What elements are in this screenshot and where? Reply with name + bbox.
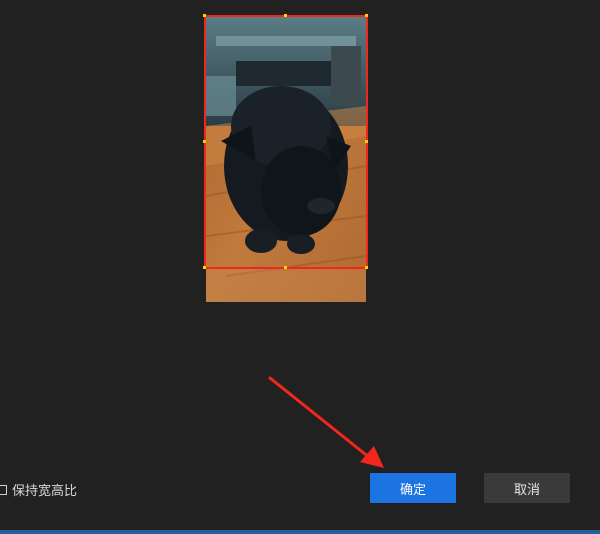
crop-handle-middle-left[interactable] bbox=[203, 140, 206, 143]
keep-aspect-ratio-checkbox[interactable] bbox=[0, 484, 7, 495]
confirm-button[interactable]: 确定 bbox=[370, 473, 456, 503]
crop-handle-bottom-left[interactable] bbox=[203, 266, 206, 269]
keep-aspect-ratio-option[interactable]: 保持宽高比 bbox=[0, 480, 77, 499]
crop-handle-top-right[interactable] bbox=[365, 14, 368, 17]
crop-handle-middle-right[interactable] bbox=[365, 140, 368, 143]
keep-aspect-ratio-label: 保持宽高比 bbox=[12, 484, 78, 499]
crop-selection-frame[interactable] bbox=[204, 15, 368, 269]
crop-handle-top-left[interactable] bbox=[203, 14, 206, 17]
window-bottom-border bbox=[0, 530, 600, 534]
annotation-arrow-icon bbox=[268, 376, 384, 468]
crop-handle-top-center[interactable] bbox=[284, 14, 287, 17]
crop-handle-bottom-center[interactable] bbox=[284, 266, 287, 269]
crop-dialog: 保持宽高比 确定 取消 bbox=[0, 0, 600, 534]
crop-handle-bottom-right[interactable] bbox=[365, 266, 368, 269]
cancel-button[interactable]: 取消 bbox=[484, 473, 570, 503]
